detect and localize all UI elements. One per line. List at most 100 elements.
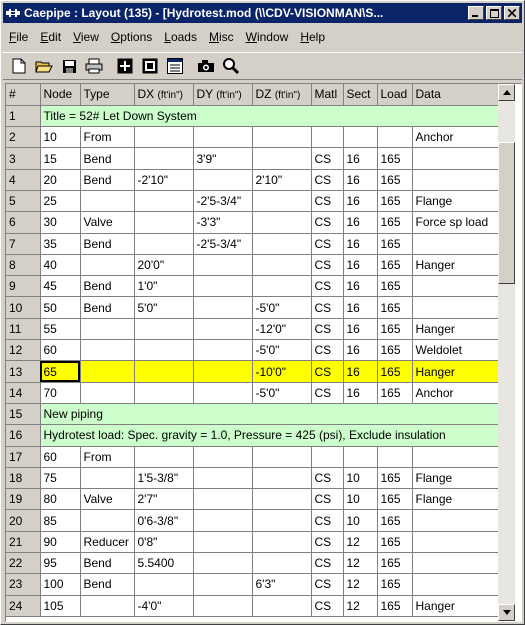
cell-matl[interactable]: CS [311,211,344,234]
cell-sect[interactable]: 16 [343,339,378,362]
graphics-button[interactable] [138,55,162,77]
cell-load[interactable]: 165 [377,211,413,234]
cell-type[interactable]: Bend [80,147,135,170]
cell-node[interactable]: 60 [40,339,81,362]
cell-sect[interactable]: 10 [343,509,378,532]
cell-data[interactable]: Weldolet [412,339,499,362]
cell-load[interactable]: 165 [377,169,413,191]
row-number[interactable]: 7 [6,233,41,255]
row-number[interactable]: 2 [6,126,41,149]
cell-type[interactable] [80,595,135,617]
cell-dy[interactable] [193,126,253,149]
cell-sect[interactable]: 16 [343,360,378,383]
comment-row-cell[interactable]: Title = 52# Let Down System [40,105,499,128]
cell-data[interactable] [412,573,499,596]
cell-load[interactable]: 165 [377,573,413,596]
row-number[interactable]: 1 [6,105,41,128]
list-button[interactable] [163,55,187,77]
cell-matl[interactable]: CS [311,190,344,213]
cell-dz[interactable] [252,446,312,468]
cell-dx[interactable] [134,318,194,341]
cell-load[interactable]: 165 [377,233,413,255]
cell-sect[interactable] [343,126,378,149]
cell-type[interactable] [80,360,135,383]
cell-matl[interactable]: CS [311,233,344,255]
cell-dx[interactable] [134,233,194,255]
cell-data[interactable]: Flange [412,467,499,490]
cell-matl[interactable]: CS [311,488,344,511]
cell-node[interactable]: 85 [40,509,81,532]
menu-file[interactable]: File [3,30,34,44]
cell-node[interactable]: 40 [40,254,81,277]
cell-load[interactable]: 165 [377,190,413,213]
cell-matl[interactable]: CS [311,509,344,532]
cell-sect[interactable]: 16 [343,275,378,298]
cell-dy[interactable] [193,488,253,511]
minimize-button[interactable] [468,6,484,20]
column-header[interactable]: DX (ft'in") [134,84,194,106]
cell-dy[interactable]: -2'5-3/4" [193,233,253,255]
cell-dy[interactable] [193,531,253,554]
row-number[interactable]: 3 [6,147,41,170]
cell-sect[interactable]: 12 [343,573,378,596]
cell-data[interactable] [412,552,499,575]
cell-matl[interactable]: CS [311,147,344,170]
cell-node[interactable]: 15 [40,147,81,170]
cell-dz[interactable] [252,190,312,213]
cell-dy[interactable] [193,169,253,191]
menu-misc[interactable]: Misc [203,30,240,44]
row-number[interactable]: 12 [6,339,41,362]
camera-button[interactable] [194,55,218,77]
column-header[interactable]: Type [80,84,135,106]
cell-data[interactable] [412,147,499,170]
row-number[interactable]: 17 [6,446,41,468]
cell-node[interactable]: 75 [40,467,81,490]
cell-data[interactable]: Hanger [412,595,499,617]
cell-dx[interactable] [134,360,194,383]
cell-dy[interactable] [193,318,253,341]
cell-dy[interactable]: -3'3" [193,211,253,234]
row-number[interactable]: 14 [6,382,41,404]
cell-sect[interactable]: 10 [343,488,378,511]
menu-view[interactable]: View [67,30,105,44]
cell-dy[interactable] [193,595,253,617]
cell-load[interactable]: 165 [377,339,413,362]
cell-matl[interactable]: CS [311,318,344,341]
cell-type[interactable]: Bend [80,573,135,596]
cell-data[interactable] [412,296,499,319]
cell-sect[interactable]: 16 [343,211,378,234]
cell-load[interactable]: 165 [377,488,413,511]
cell-dz[interactable]: -5'0" [252,296,312,319]
cell-load[interactable]: 165 [377,275,413,298]
cell-sect[interactable]: 16 [343,147,378,170]
cell-type[interactable]: Bend [80,233,135,255]
cell-dx[interactable] [134,382,194,404]
cell-dy[interactable] [193,446,253,468]
cell-dx[interactable]: -4'0" [134,595,194,617]
cell-dz[interactable]: -5'0" [252,339,312,362]
cell-matl[interactable]: CS [311,169,344,191]
cell-type[interactable]: Bend [80,169,135,191]
cell-dy[interactable]: 3'9" [193,147,253,170]
cell-dx[interactable] [134,339,194,362]
cell-matl[interactable]: CS [311,339,344,362]
cell-matl[interactable]: CS [311,360,344,383]
cell-dz[interactable] [252,488,312,511]
cell-dz[interactable] [252,552,312,575]
cell-sect[interactable]: 12 [343,531,378,554]
row-number[interactable]: 6 [6,211,41,234]
cell-type[interactable]: Bend [80,552,135,575]
cell-type[interactable]: Reducer [80,531,135,554]
layout-grid-button[interactable] [113,55,137,77]
cell-node[interactable]: 60 [40,446,81,468]
cell-node[interactable]: 105 [40,595,81,617]
cell-dz[interactable] [252,595,312,617]
column-header[interactable]: Sect [343,84,378,106]
cell-dx[interactable]: 1'5-3/8" [134,467,194,490]
cell-matl[interactable]: CS [311,275,344,298]
column-header[interactable]: DY (ft'in") [193,84,253,106]
comment-row-cell[interactable]: Hydrotest load: Spec. gravity = 1.0, Pre… [40,424,499,447]
cell-dz[interactable] [252,147,312,170]
cell-dx[interactable]: 2'7" [134,488,194,511]
cell-dx[interactable]: 20'0" [134,254,194,277]
